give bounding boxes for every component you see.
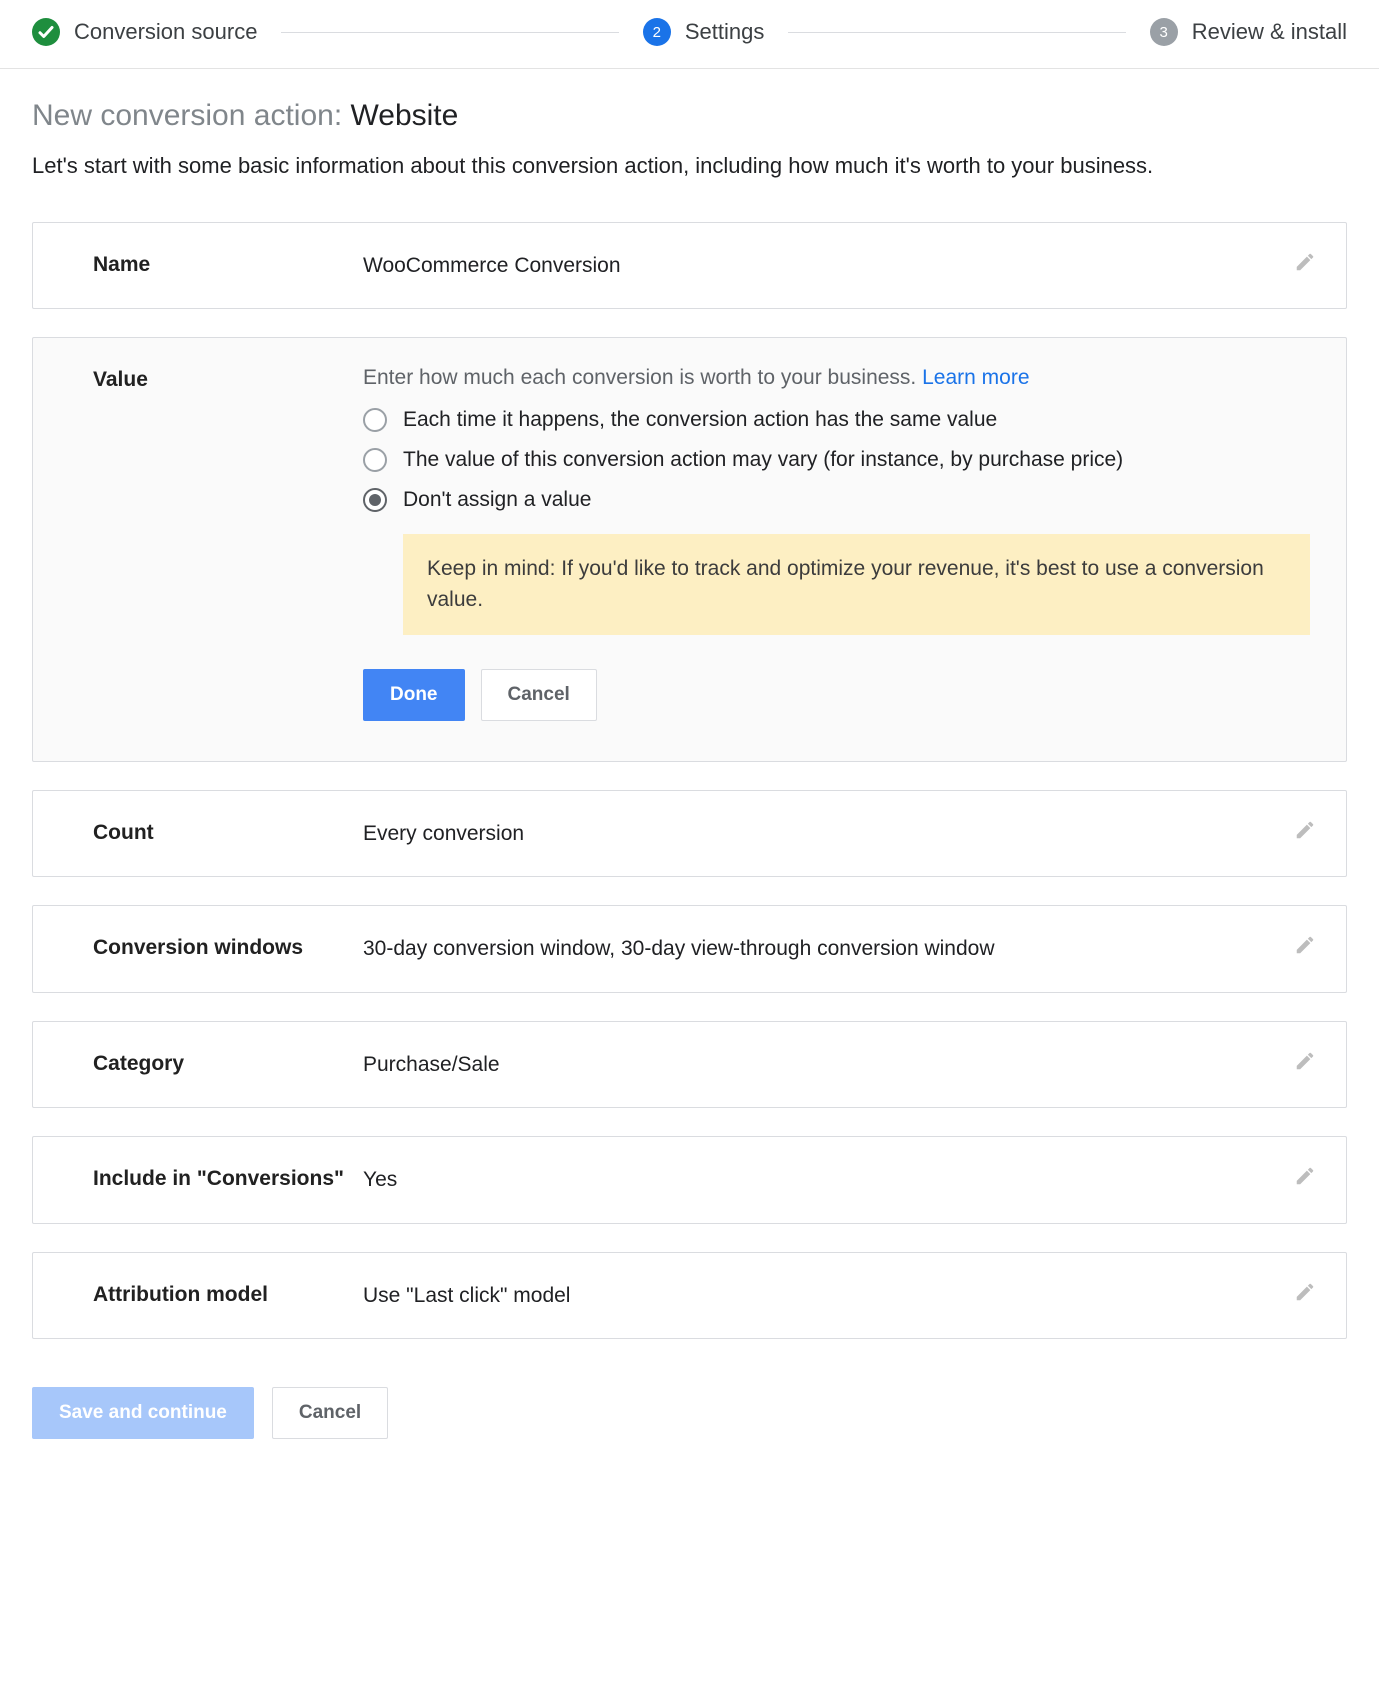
radio-label: The value of this conversion action may … [403, 448, 1123, 472]
cancel-button[interactable]: Cancel [272, 1387, 388, 1439]
notice-banner: Keep in mind: If you'd like to track and… [403, 534, 1310, 635]
step-review-install[interactable]: 3 Review & install [1150, 18, 1347, 46]
pencil-icon[interactable] [1294, 1281, 1316, 1303]
page-title: New conversion action: Website [32, 99, 1347, 133]
help-text: Enter how much each conversion is worth … [363, 366, 1310, 390]
card-value: 30-day conversion window, 30-day view-th… [363, 934, 1310, 963]
step-conversion-source[interactable]: Conversion source [32, 18, 257, 46]
include-conversions-card: Include in "Conversions" Yes [32, 1136, 1347, 1223]
help-text-content: Enter how much each conversion is worth … [363, 366, 922, 389]
card-label: Include in "Conversions" [93, 1165, 363, 1193]
card-value: WooCommerce Conversion [363, 251, 1310, 280]
name-card: Name WooCommerce Conversion [32, 222, 1347, 309]
radio-icon [363, 408, 387, 432]
radio-no-value[interactable]: Don't assign a value [363, 488, 1310, 512]
check-icon [32, 18, 60, 46]
step-label: Conversion source [74, 19, 257, 45]
step-label: Settings [685, 19, 765, 45]
value-radio-group: Each time it happens, the conversion act… [363, 408, 1310, 512]
radio-same-value[interactable]: Each time it happens, the conversion act… [363, 408, 1310, 432]
radio-varying-value[interactable]: The value of this conversion action may … [363, 448, 1310, 472]
card-label: Name [93, 251, 363, 279]
card-value: Yes [363, 1165, 1310, 1194]
cancel-button[interactable]: Cancel [481, 669, 597, 721]
category-card: Category Purchase/Sale [32, 1021, 1347, 1108]
radio-label: Don't assign a value [403, 488, 591, 512]
card-value: Purchase/Sale [363, 1050, 1310, 1079]
learn-more-link[interactable]: Learn more [922, 366, 1029, 389]
conversion-windows-card: Conversion windows 30-day conversion win… [32, 905, 1347, 992]
done-button[interactable]: Done [363, 669, 465, 721]
attribution-model-card: Attribution model Use "Last click" model [32, 1252, 1347, 1339]
step-label: Review & install [1192, 19, 1347, 45]
card-label: Count [93, 819, 363, 847]
card-label: Value [93, 366, 363, 394]
card-label: Category [93, 1050, 363, 1078]
step-number-icon: 3 [1150, 18, 1178, 46]
pencil-icon[interactable] [1294, 1050, 1316, 1072]
card-label: Conversion windows [93, 934, 363, 962]
pencil-icon[interactable] [1294, 819, 1316, 841]
step-connector [281, 32, 618, 33]
pencil-icon[interactable] [1294, 934, 1316, 956]
pencil-icon[interactable] [1294, 1165, 1316, 1187]
step-connector [788, 32, 1125, 33]
wizard-stepper: Conversion source 2 Settings 3 Review & … [0, 0, 1379, 69]
pencil-icon[interactable] [1294, 251, 1316, 273]
step-settings[interactable]: 2 Settings [643, 18, 765, 46]
intro-text: Let's start with some basic information … [32, 151, 1347, 182]
card-label: Attribution model [93, 1281, 363, 1309]
count-card: Count Every conversion [32, 790, 1347, 877]
title-suffix: Website [351, 99, 459, 132]
radio-icon [363, 488, 387, 512]
card-value: Use "Last click" model [363, 1281, 1310, 1310]
card-value: Every conversion [363, 819, 1310, 848]
step-number-icon: 2 [643, 18, 671, 46]
value-card: Value Enter how much each conversion is … [32, 337, 1347, 762]
save-and-continue-button[interactable]: Save and continue [32, 1387, 254, 1439]
radio-label: Each time it happens, the conversion act… [403, 408, 997, 432]
radio-icon [363, 448, 387, 472]
title-prefix: New conversion action: [32, 99, 351, 132]
